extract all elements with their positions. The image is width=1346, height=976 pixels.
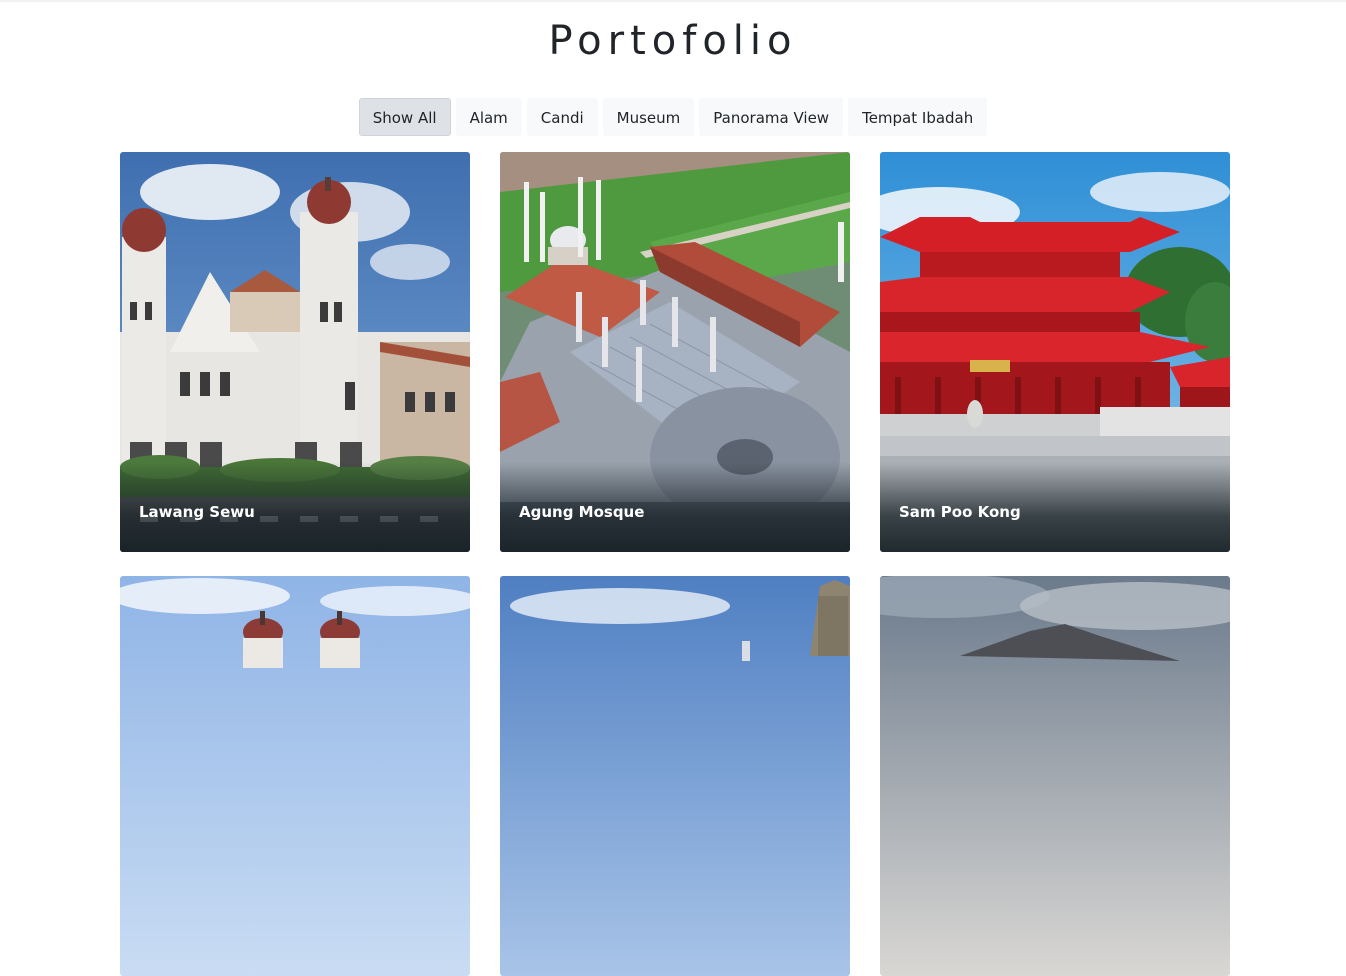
filter-candi-button[interactable]: Candi [526,98,598,136]
card-caption-overlay: Lawang Sewu [120,462,470,552]
mountain-image [880,576,1230,976]
card-caption-label: Sam Poo Kong [899,503,1021,521]
portfolio-card-lawang-sewu[interactable]: Lawang Sewu [120,152,470,552]
filter-alam-button[interactable]: Alam [455,98,522,136]
lawang-sewu-alt-image [120,576,470,976]
portfolio-card-row2-2[interactable] [500,576,850,976]
card-caption-label: Agung Mosque [519,503,645,521]
filter-show-all-button[interactable]: Show All [358,98,451,136]
portfolio-card-agung-mosque[interactable]: Agung Mosque [500,152,850,552]
page-title: Portofolio [548,18,798,64]
portfolio-card-row2-1[interactable] [120,576,470,976]
filter-tempat-ibadah-button[interactable]: Tempat Ibadah [848,98,988,136]
filter-panorama-view-button[interactable]: Panorama View [699,98,844,136]
top-border [0,0,1346,2]
card-caption-overlay: Sam Poo Kong [880,462,1230,552]
portfolio-grid: Lawang Sewu Agung Mosque Sam Poo Kong [120,152,1230,976]
card-caption-overlay: Agung Mosque [500,462,850,552]
portfolio-card-row2-3[interactable] [880,576,1230,976]
portfolio-card-sam-poo-kong[interactable]: Sam Poo Kong [880,152,1230,552]
temple-image [500,576,850,976]
card-caption-label: Lawang Sewu [139,503,255,521]
portfolio-filters: Show All Alam Candi Museum Panorama View… [0,98,1346,136]
filter-museum-button[interactable]: Museum [602,98,695,136]
